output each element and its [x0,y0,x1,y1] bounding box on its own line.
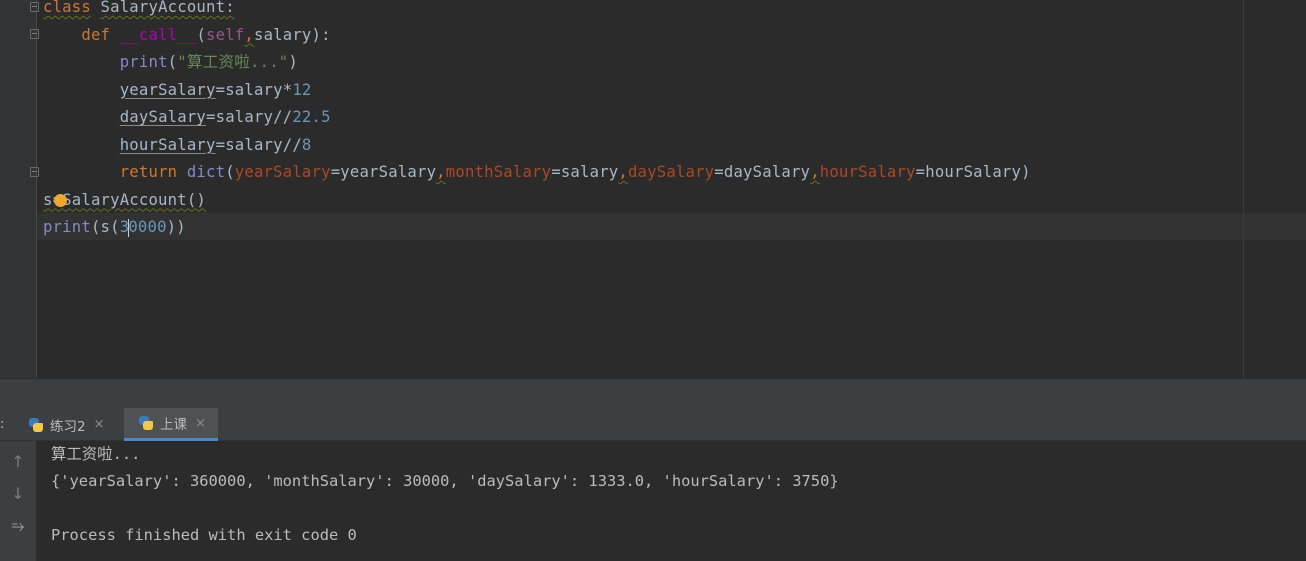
code-token: ( [225,163,235,181]
code-token: return [119,163,178,181]
console-line: 算工资啦... [51,445,141,463]
code-line[interactable]: def __call__(self,salary): [43,22,331,49]
code-line[interactable]: s=SalaryAccount() [43,187,206,214]
code-token: , [244,25,254,44]
tab-run-shangke[interactable]: 上课 × [124,408,218,441]
code-token: daySalary [627,163,715,181]
up-arrow-icon[interactable]: ↑ [9,453,27,471]
code-line[interactable]: print(s(30000)) [43,214,186,241]
code-token: dict [186,163,226,181]
gutter-divider [36,0,37,378]
python-icon [138,415,154,431]
code-token: monthSalary [445,163,552,181]
run-tab-bar: : 练习2 × 上课 × [0,408,1306,441]
fold-marker-class[interactable] [30,2,39,12]
console-line: Process finished with exit code 0 [51,526,357,544]
down-arrow-icon[interactable]: ↓ [9,485,27,503]
code-token: , [436,163,446,181]
code-token: =daySalary [714,163,811,181]
console-line: {'yearSalary': 360000, 'monthSalary': 30… [51,472,839,490]
code-token: hourSalary [819,163,916,181]
code-token: print [43,218,91,236]
code-token: s=SalaryAccount() [43,190,206,209]
code-token: ( [196,25,207,44]
code-token: : [225,0,235,16]
code-token: =yearSalary [330,163,437,181]
run-toolbar: ↑ ↓ ⥱ [0,441,36,561]
code-token: self [206,25,245,44]
editor-gutter [0,0,36,378]
code-token: 8 [301,135,312,154]
code-token: , [618,163,628,181]
code-token: salary [253,25,312,44]
code-token: =hourSalary) [915,163,1031,181]
code-line[interactable]: class SalaryAccount: [43,0,235,21]
tab-label: 练习2 [50,418,86,435]
panel-splitter[interactable] [0,378,1306,408]
code-line[interactable]: print("算工资啦...") [43,49,298,76]
code-token: __call__ [119,25,197,44]
code-token: 12 [292,80,312,99]
intention-bulb-icon[interactable] [54,194,67,207]
code-token: 0000 [128,218,167,236]
code-token: yearSalary [234,163,331,181]
code-token: =salary* [215,80,293,99]
code-token: (s( [90,218,120,236]
code-token: yearSalary [119,80,216,99]
code-token: class [43,0,91,16]
soft-wrap-icon[interactable]: ⥱ [9,517,27,535]
code-token: =salary// [206,108,293,126]
code-line[interactable]: return dict(yearSalary=yearSalary,monthS… [43,159,1031,186]
code-token: , [810,163,820,181]
tab-bar-label: : [0,417,5,432]
code-token: ): [311,25,331,44]
code-line[interactable]: hourSalary=salary//8 [43,132,312,159]
close-icon[interactable]: × [195,416,206,431]
tab-label: 上课 [160,417,187,433]
code-line[interactable]: yearSalary=salary*12 [43,77,312,104]
code-token: ) [288,53,298,71]
code-token: "算工资啦..." [177,53,289,71]
code-token: hourSalary [119,135,216,154]
code-token: =salary [551,163,619,181]
code-token: def [81,25,111,44]
close-icon[interactable]: × [94,417,105,432]
python-icon [28,417,44,433]
code-token: SalaryAccount [100,0,226,16]
code-token: print [119,53,168,71]
run-console-output[interactable]: 算工资啦... {'yearSalary': 360000, 'monthSal… [36,441,1306,561]
code-token: )) [166,218,186,236]
tab-run-lianxi2[interactable]: 练习2 × [22,408,111,441]
right-margin-guide [1243,0,1244,378]
code-line[interactable]: daySalary=salary//22.5 [43,104,331,131]
code-token: ( [167,53,178,71]
code-token: =salary// [215,135,302,154]
code-editor[interactable]: class SalaryAccount: def __call__(self,s… [0,0,1306,378]
fold-marker-end[interactable] [30,167,39,177]
code-token: daySalary [119,108,207,126]
code-token: 22.5 [292,108,331,126]
fold-marker-def[interactable] [30,29,39,39]
current-line-highlight [37,213,1306,240]
